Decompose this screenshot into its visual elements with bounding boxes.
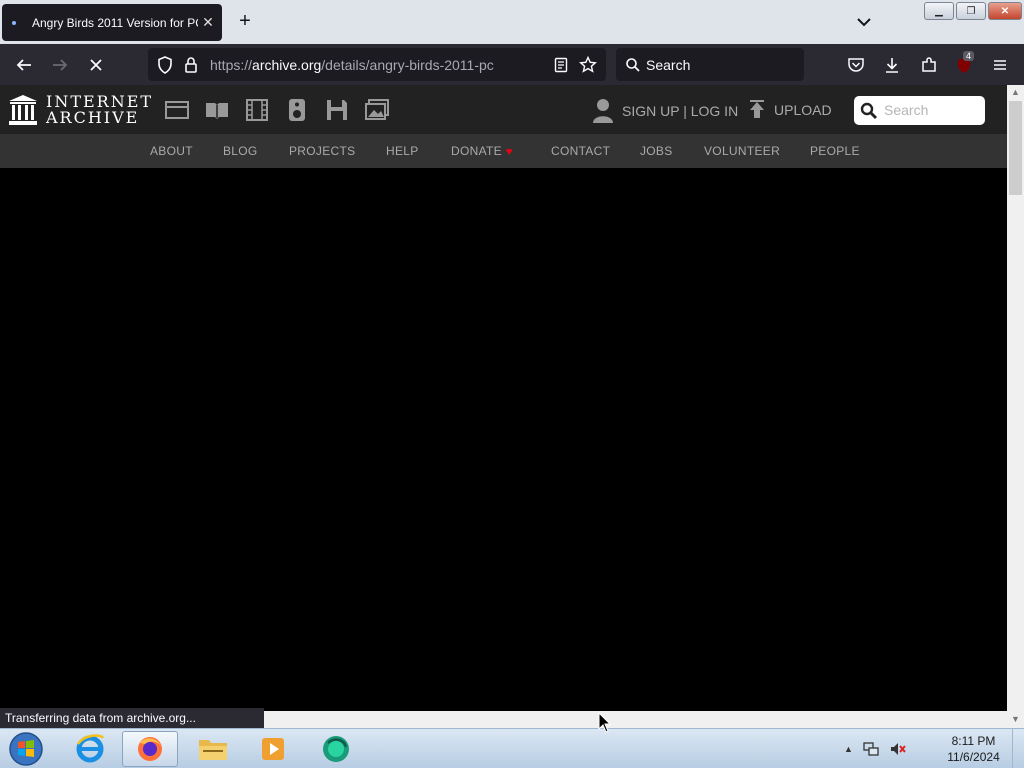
- browser-toolbar: https://archive.org/details/angry-birds-…: [0, 44, 1024, 85]
- tracking-protection-shield-icon[interactable]: [154, 54, 176, 76]
- scroll-up-arrow-icon[interactable]: ▲: [1010, 87, 1021, 98]
- ia-upload[interactable]: UPLOAD: [748, 100, 832, 120]
- browser-search-placeholder: Search: [646, 57, 691, 73]
- windows-logo-icon: [9, 732, 43, 766]
- texts-book-icon[interactable]: [204, 98, 230, 122]
- nav-volunteer[interactable]: VOLUNTEER: [704, 144, 780, 158]
- tab-close-icon[interactable]: ✕: [198, 14, 218, 31]
- page-content: INTERNET ARCHIVE SIGN UP | LOG IN UPLOAD…: [0, 85, 1007, 711]
- window-controls: ▁ ❐ ✕: [924, 2, 1022, 20]
- clock-date: 11/6/2024: [947, 750, 1000, 764]
- nav-help[interactable]: HELP: [386, 144, 419, 158]
- upload-link[interactable]: UPLOAD: [774, 102, 832, 118]
- reader-view-icon[interactable]: [550, 54, 572, 76]
- tab-title: Angry Birds 2011 Version for PC: [32, 15, 198, 30]
- ia-search-placeholder: Search: [884, 102, 929, 118]
- firefox-taskbar-icon[interactable]: [122, 731, 178, 767]
- vertical-scrollbar[interactable]: ▲ ▼: [1007, 85, 1024, 728]
- ia-nav-bar: ABOUT BLOG PROJECTS HELP DONATE ♥ CONTACT…: [0, 134, 1007, 168]
- ia-search-input[interactable]: Search: [854, 96, 985, 125]
- nav-projects[interactable]: PROJECTS: [289, 144, 355, 158]
- show-desktop-button[interactable]: [1012, 729, 1024, 768]
- downloads-icon[interactable]: [881, 54, 903, 76]
- ia-signup-login[interactable]: SIGN UP | LOG IN: [592, 98, 738, 124]
- bookmark-star-icon[interactable]: [577, 54, 599, 76]
- minimize-button[interactable]: ▁: [924, 2, 954, 20]
- nav-about[interactable]: ABOUT: [150, 144, 193, 158]
- nav-donate[interactable]: DONATE ♥: [451, 144, 513, 158]
- ia-top-header: INTERNET ARCHIVE SIGN UP | LOG IN UPLOAD…: [0, 85, 1007, 134]
- close-window-button[interactable]: ✕: [988, 2, 1022, 20]
- clock-time: 8:11 PM: [951, 734, 996, 748]
- mouse-cursor-icon: [598, 711, 612, 739]
- browser-search-bar[interactable]: Search: [616, 48, 804, 81]
- file-explorer-folder-icon[interactable]: [185, 731, 241, 767]
- tab-loading-icon: [12, 20, 16, 25]
- nav-contact[interactable]: CONTACT: [551, 144, 610, 158]
- system-tray: ▲: [844, 741, 907, 757]
- nav-people[interactable]: PEOPLE: [810, 144, 860, 158]
- upload-arrow-icon: [750, 100, 764, 118]
- extensions-puzzle-icon[interactable]: [918, 54, 940, 76]
- user-icon: [593, 99, 613, 123]
- heart-icon: ♥: [505, 146, 513, 158]
- signup-login-link[interactable]: SIGN UP | LOG IN: [622, 103, 738, 119]
- scroll-down-arrow-icon[interactable]: ▼: [1010, 714, 1021, 725]
- hamburger-menu-icon[interactable]: [989, 54, 1011, 76]
- nav-blog[interactable]: BLOG: [223, 144, 258, 158]
- browser-tab-active[interactable]: Angry Birds 2011 Version for PC ✕: [2, 4, 222, 41]
- lock-icon[interactable]: [180, 54, 202, 76]
- search-icon: [622, 54, 644, 76]
- back-arrow-icon[interactable]: [13, 54, 35, 76]
- network-icon[interactable]: [863, 741, 879, 757]
- show-hidden-icons-chevron-icon[interactable]: ▲: [844, 744, 853, 754]
- status-text: Transferring data from archive.org...: [0, 708, 264, 728]
- pocket-icon[interactable]: [845, 54, 867, 76]
- new-tab-button[interactable]: +: [234, 10, 256, 32]
- ublock-count-badge: 4: [963, 51, 975, 61]
- network-app-icon[interactable]: [308, 731, 364, 767]
- url-bar[interactable]: https://archive.org/details/angry-birds-…: [148, 48, 606, 81]
- ia-logo-text: INTERNET ARCHIVE: [46, 92, 154, 127]
- start-button[interactable]: [6, 731, 46, 767]
- stop-loading-icon[interactable]: [85, 54, 107, 76]
- nav-jobs[interactable]: JOBS: [640, 144, 673, 158]
- url-text[interactable]: https://archive.org/details/angry-birds-…: [210, 57, 494, 73]
- video-film-icon[interactable]: [244, 98, 270, 122]
- web-icon[interactable]: [164, 98, 190, 122]
- scrollbar-thumb[interactable]: [1009, 101, 1022, 195]
- windows-taskbar: ▲ 8:11 PM 11/6/2024: [0, 728, 1024, 768]
- internet-explorer-icon[interactable]: [62, 731, 118, 767]
- list-all-tabs-chevron-icon[interactable]: [854, 12, 874, 32]
- forward-arrow-icon[interactable]: [49, 54, 71, 76]
- images-icon[interactable]: [364, 98, 390, 122]
- volume-muted-icon[interactable]: [889, 741, 907, 757]
- system-clock[interactable]: 8:11 PM 11/6/2024: [936, 733, 1011, 765]
- restore-button[interactable]: ❐: [956, 2, 986, 20]
- software-floppy-icon[interactable]: [324, 98, 350, 122]
- media-player-icon[interactable]: [245, 731, 301, 767]
- ia-logo[interactable]: INTERNET ARCHIVE: [8, 94, 151, 128]
- browser-tab-bar: Angry Birds 2011 Version for PC ✕ + ▁ ❐ …: [0, 0, 1024, 44]
- ia-search-icon: [860, 102, 878, 120]
- ia-building-icon: [9, 95, 37, 125]
- audio-speaker-icon[interactable]: [284, 98, 310, 122]
